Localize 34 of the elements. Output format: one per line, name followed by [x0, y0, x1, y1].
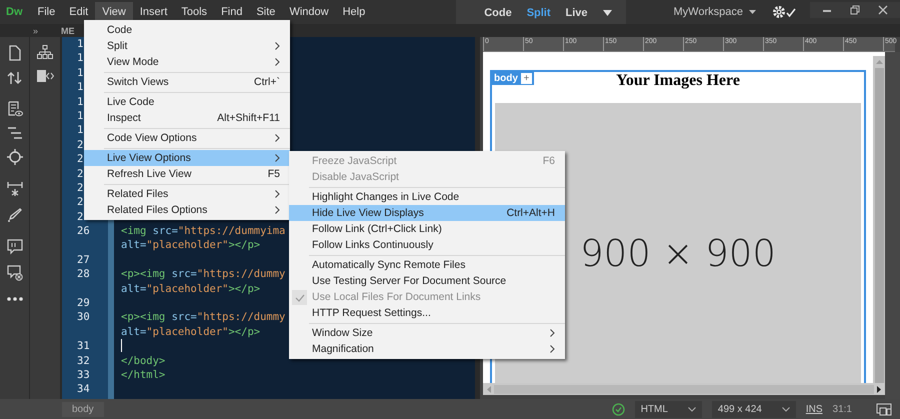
code-line: <p><img src="https://dummy — [121, 267, 286, 282]
code-line: <img src="https://dummyima — [121, 224, 286, 238]
code-line: alt="placeholder"></p> — [121, 324, 260, 340]
line-number: 29 — [77, 296, 90, 310]
line-number: 1 — [77, 123, 84, 138]
cursor-position: 31:1 — [832, 404, 852, 414]
line-number: 30 — [77, 310, 90, 325]
line-number: 1 — [77, 51, 84, 66]
code-line: </body> — [121, 354, 166, 368]
line-number: 2 — [77, 166, 84, 181]
line-number: 28 — [77, 267, 90, 282]
line-number: 27 — [77, 252, 90, 268]
line-number: 1 — [77, 66, 84, 80]
line-number: 31 — [77, 339, 90, 354]
code-line: alt="placeholder"></p> — [121, 282, 260, 296]
code-line: alt="placeholder"></p> — [121, 238, 260, 253]
page-heading: Your Images Here — [616, 72, 740, 90]
line-number: 2 — [77, 152, 84, 167]
line-number: 2 — [77, 138, 84, 152]
line-number: 2 — [77, 195, 84, 210]
line-number: 2 — [77, 210, 84, 224]
placeholder-label: 900 × 900 — [580, 232, 776, 274]
line-number: 2 — [77, 180, 84, 196]
line-number: 32 — [77, 354, 90, 368]
app-logo: Dw — [5, 6, 24, 18]
line-number: 1 — [77, 94, 84, 109]
line-number: 1 — [77, 37, 84, 52]
code-line: </html> — [121, 368, 166, 382]
code-line: <p><img src="https://dummy — [121, 310, 286, 325]
line-number: 34 — [77, 382, 90, 397]
line-number: 1 — [77, 80, 84, 95]
line-number: 26 — [77, 224, 90, 238]
line-number: 33 — [77, 368, 90, 382]
line-number: 1 — [77, 108, 84, 124]
